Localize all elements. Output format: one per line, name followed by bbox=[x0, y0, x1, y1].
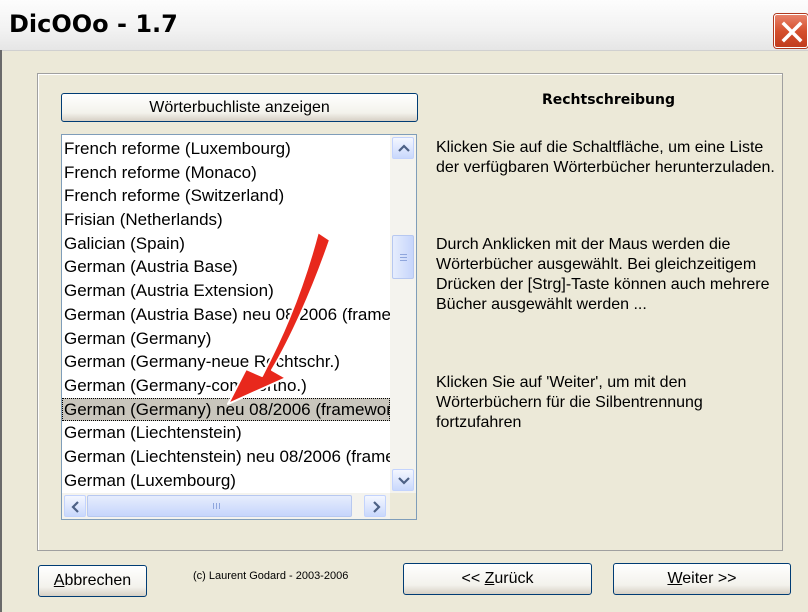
close-button[interactable] bbox=[774, 14, 808, 48]
copyright-credit: (c) Laurent Godard - 2003-2006 bbox=[193, 570, 349, 582]
list-item[interactable]: German (Luxembourg) bbox=[62, 469, 390, 493]
list-item[interactable]: French reforme (Monaco) bbox=[62, 161, 390, 185]
dictionary-items: French reforme (Luxembourg) French reform… bbox=[62, 137, 390, 493]
help-paragraph-selection: Durch Anklicken mit der Maus werden die … bbox=[436, 236, 770, 313]
back-mnemonic: Z bbox=[484, 570, 495, 587]
list-item[interactable]: German (Germany-neue Rechtschr.) bbox=[62, 350, 390, 374]
show-dictionary-list-label: Wörterbuchliste anzeigen bbox=[149, 99, 330, 116]
list-item[interactable]: Frisian (Netherlands) bbox=[62, 208, 390, 232]
back-prefix: << bbox=[461, 570, 485, 587]
close-icon bbox=[781, 21, 803, 43]
list-item-selected[interactable]: German (Germany) neu 08/2006 (framework) bbox=[62, 397, 390, 422]
vertical-scroll-thumb[interactable] bbox=[392, 235, 414, 279]
list-item[interactable]: German (Austria Extension) bbox=[62, 279, 390, 303]
scroll-up-icon bbox=[398, 144, 410, 152]
list-item[interactable]: German (Germany-comb ortho.) bbox=[62, 374, 390, 398]
scrollbar-corner bbox=[390, 493, 416, 519]
next-button[interactable]: Weiter >> bbox=[613, 563, 791, 595]
scroll-up-button[interactable] bbox=[392, 137, 414, 159]
horizontal-scroll-thumb[interactable] bbox=[87, 495, 352, 517]
scroll-left-icon bbox=[71, 501, 79, 513]
help-paragraph-next: Klicken Sie auf 'Weiter', um mit den Wör… bbox=[436, 374, 703, 431]
dialog-window: DicOOo - 1.7 Wörterbuchliste anzeigen Fr… bbox=[0, 0, 808, 612]
next-mnemonic: W bbox=[667, 570, 683, 587]
next-label: eiter >> bbox=[682, 570, 737, 587]
window-border bbox=[0, 50, 2, 612]
dictionary-listbox[interactable]: French reforme (Luxembourg) French reform… bbox=[61, 134, 417, 520]
list-item[interactable]: German (Austria Base) neu 08/2006 (frame… bbox=[62, 303, 390, 327]
section-heading: Rechtschreibung bbox=[541, 92, 675, 108]
show-dictionary-list-button[interactable]: Wörterbuchliste anzeigen bbox=[61, 93, 418, 122]
horizontal-scrollbar[interactable] bbox=[62, 493, 390, 519]
cancel-label: bbrechen bbox=[64, 572, 132, 589]
back-button[interactable]: << Zurück bbox=[403, 563, 592, 595]
list-item[interactable]: German (Liechtenstein) neu 08/2006 (fram… bbox=[62, 445, 390, 469]
vertical-scrollbar[interactable] bbox=[390, 135, 416, 493]
window-title: DicOOo - 1.7 bbox=[9, 10, 178, 38]
scroll-left-button[interactable] bbox=[64, 495, 86, 517]
list-item[interactable]: Galician (Spain) bbox=[62, 232, 390, 256]
cancel-button[interactable]: Abbrechen bbox=[38, 565, 147, 597]
scroll-down-icon bbox=[398, 477, 410, 485]
scroll-right-icon bbox=[373, 501, 381, 513]
list-item[interactable]: French reforme (Switzerland) bbox=[62, 184, 390, 208]
help-paragraph-download: Klicken Sie auf die Schaltfläche, um ein… bbox=[436, 139, 775, 176]
list-item[interactable]: German (Austria Base) bbox=[62, 255, 390, 279]
cancel-mnemonic: A bbox=[53, 572, 65, 589]
list-item[interactable]: German (Liechtenstein) bbox=[62, 421, 390, 445]
title-bar[interactable]: DicOOo - 1.7 bbox=[0, 0, 808, 51]
back-label: urück bbox=[494, 570, 534, 587]
scroll-down-button[interactable] bbox=[392, 469, 414, 491]
scroll-right-button[interactable] bbox=[364, 495, 386, 517]
list-item[interactable]: German (Germany) bbox=[62, 327, 390, 351]
list-item[interactable]: French reforme (Luxembourg) bbox=[62, 137, 390, 161]
